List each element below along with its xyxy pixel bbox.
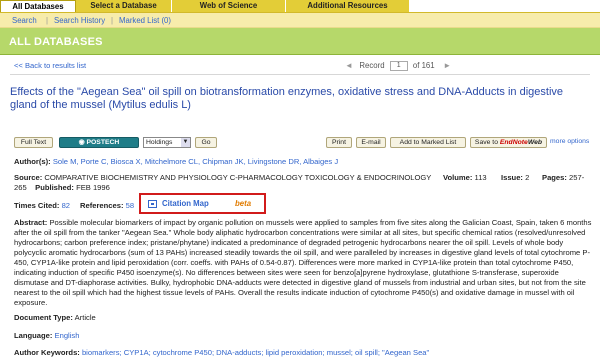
sub-navigation: Search | Search History | Marked List (0… (0, 12, 600, 28)
document-type-value: Article (74, 313, 96, 322)
author-keywords-label: Author Keywords: (14, 348, 80, 357)
record-label: Record (359, 61, 385, 71)
pages-label: Pages: (542, 173, 567, 182)
language-label: Language: (14, 331, 53, 340)
holdings-select[interactable]: Holdings ▼ (143, 137, 191, 148)
record-navigator: ◄ Record 1 of 161 ► (345, 61, 451, 71)
issue-field: Issue: 2 (501, 173, 529, 183)
pages-field: Pages: 257- (542, 173, 584, 183)
abstract-field: Abstract: Possible molecular biomarkers … (14, 218, 592, 308)
tab-select-database[interactable]: Select a Database (76, 0, 172, 12)
document-type-field: Document Type: Article (14, 313, 96, 323)
record-title: Effects of the "Aegean Sea" oil spill on… (10, 86, 564, 111)
source-value: COMPARATIVE BIOCHEMISTRY AND PHYSIOLOGY … (44, 173, 432, 182)
volume-field: Volume: 113 (443, 173, 487, 183)
issue-label: Issue: (501, 173, 523, 182)
source-label: Source: (14, 173, 43, 182)
action-toolbar: Full Text ◉ POSTECH WebBridge Holdings ▼… (14, 137, 594, 155)
chevron-down-icon: ▼ (181, 138, 190, 147)
authors-label: Author(s): (14, 157, 51, 166)
page-title: ALL DATABASES (9, 36, 103, 48)
full-text-button[interactable]: Full Text (14, 137, 53, 148)
print-button[interactable]: Print (326, 137, 352, 148)
holdings-select-value: Holdings (146, 139, 173, 146)
database-header: ALL DATABASES (0, 28, 600, 55)
references-label: References: (80, 201, 124, 210)
top-tabs: All Databases Select a Database Web of S… (0, 0, 600, 12)
back-to-results-link[interactable]: << Back to results list (14, 61, 86, 70)
document-type-label: Document Type: (14, 313, 73, 322)
next-record-icon[interactable]: ► (443, 61, 451, 70)
tab-web-of-science[interactable]: Web of Science (172, 0, 286, 12)
webbridge-button[interactable]: ◉ POSTECH WebBridge (59, 137, 139, 155)
pages-published-field: 265 Published: FEB 1996 (14, 183, 110, 193)
previous-record-icon[interactable]: ◄ (345, 61, 353, 70)
published-label: Published: (35, 183, 74, 192)
pages-end-value: 265 (14, 183, 27, 192)
language-field: Language: English (14, 331, 79, 341)
abstract-text: Possible molecular biomarkers of impact … (14, 218, 592, 307)
endnote-web-label: Web (527, 139, 543, 146)
citation-map-button[interactable]: Citation Map beta (139, 193, 266, 214)
divider (10, 74, 590, 75)
beta-badge: beta (235, 199, 252, 208)
save-to-label: Save to (474, 139, 498, 146)
search-link[interactable]: Search (12, 16, 37, 25)
search-history-link[interactable]: Search History (54, 16, 105, 25)
author-keywords-field: Author Keywords: biomarkers; CYP1A; cyto… (14, 348, 594, 358)
published-value: FEB 1996 (76, 183, 110, 192)
endnote-logo: EndNote (499, 139, 528, 146)
volume-value: 113 (474, 173, 487, 182)
times-cited-link[interactable]: 82 (62, 201, 70, 210)
authors-field: Author(s): Sole M, Porte C, Biosca X, Mi… (14, 157, 594, 167)
references-link[interactable]: 58 (126, 201, 134, 210)
save-to-endnote-button[interactable]: Save to EndNoteWeb (470, 137, 547, 148)
separator: | (111, 16, 114, 25)
citation-map-label: Citation Map (162, 199, 209, 208)
email-button[interactable]: E-mail (356, 137, 386, 148)
marked-list-link[interactable]: Marked List (0) (119, 16, 171, 25)
go-button[interactable]: Go (195, 137, 217, 148)
add-to-marked-list-button[interactable]: Add to Marked List (390, 137, 466, 148)
pages-start-value: 257- (569, 173, 585, 182)
volume-label: Volume: (443, 173, 473, 182)
webbridge-label: POSTECH WebBridge (81, 139, 120, 155)
references-field: References: 58 (80, 201, 134, 211)
authors-links[interactable]: Sole M, Porte C, Biosca X, Mitchelmore C… (53, 157, 338, 166)
issue-value: 2 (525, 173, 530, 182)
record-number-input[interactable]: 1 (389, 61, 408, 71)
tab-all-databases[interactable]: All Databases (0, 0, 76, 12)
abstract-label: Abstract: (14, 218, 48, 227)
record-total: of 161 (412, 61, 435, 71)
times-cited-field: Times Cited: 82 (14, 201, 70, 211)
citation-map-icon (148, 200, 157, 208)
more-options-link[interactable]: more options (550, 138, 589, 145)
times-cited-label: Times Cited: (14, 201, 60, 210)
language-value[interactable]: English (55, 331, 80, 340)
author-keywords-links[interactable]: biomarkers; CYP1A; cytochrome P450; DNA-… (82, 348, 429, 357)
tab-additional-resources[interactable]: Additional Resources (286, 0, 410, 12)
separator: | (46, 16, 49, 25)
record-number-value: 1 (396, 62, 401, 69)
